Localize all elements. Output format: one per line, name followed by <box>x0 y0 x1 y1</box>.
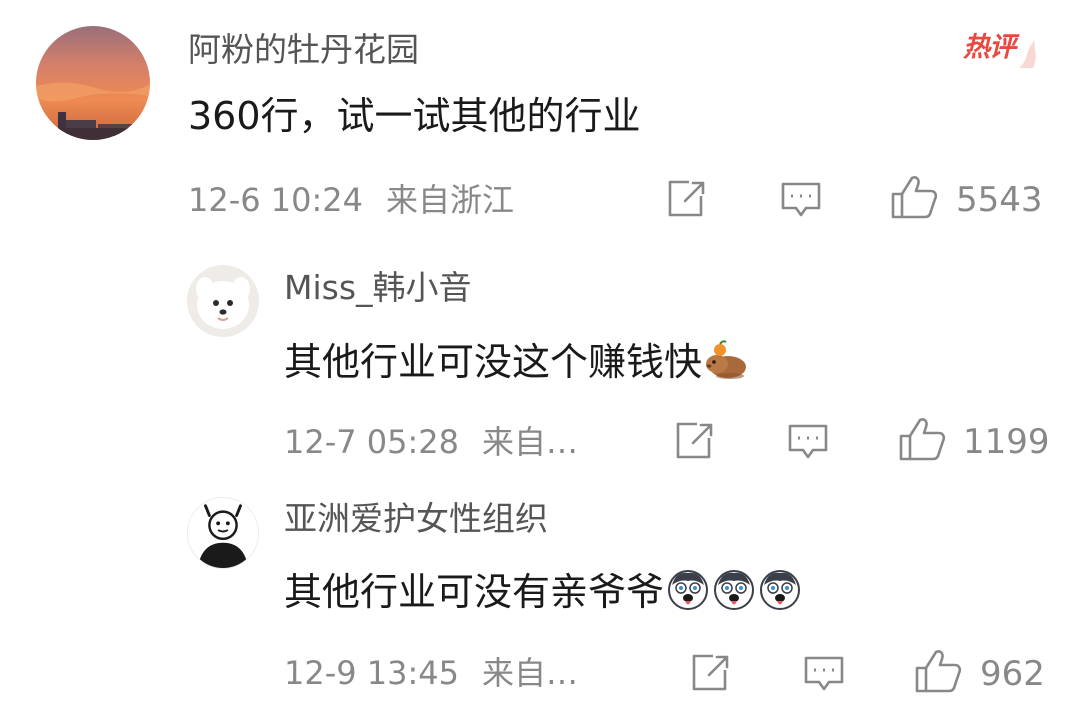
comment-icon[interactable] <box>786 422 830 462</box>
comment-icon[interactable] <box>802 654 846 694</box>
like-count: 5543 <box>956 180 1043 220</box>
comment-time: 12-6 10:24 <box>188 181 364 219</box>
comment-icon[interactable] <box>779 180 823 220</box>
dog-avatar-image <box>187 265 259 337</box>
like-count: 1199 <box>963 422 1050 462</box>
husky-dog-emoji <box>668 570 709 610</box>
username[interactable]: 阿粉的牡丹花园 <box>188 33 419 66</box>
capybara-with-orange-emoji <box>706 340 747 379</box>
comment-thread: 热评 阿粉的牡丹花园 360行，试一试其他的行业 12-6 10:24 来自浙江… <box>0 0 1080 718</box>
thumbs-up-icon[interactable] <box>890 174 938 220</box>
reply-text: 其他行业可没有亲爷爷 <box>284 567 802 611</box>
like-count: 962 <box>980 654 1045 694</box>
thumbs-up-icon[interactable] <box>898 416 946 462</box>
reply-location: 来自… <box>482 654 579 692</box>
thumbs-up-icon[interactable] <box>914 648 962 694</box>
avatar[interactable] <box>187 497 259 569</box>
reply-time: 12-7 05:28 <box>284 423 460 461</box>
cartoon-figure-avatar-image <box>188 498 258 568</box>
reply-text: 其他行业可没这个赚钱快 <box>284 337 748 381</box>
sunset-avatar-image <box>36 26 150 140</box>
hot-badge-label: 热评 <box>963 32 1016 63</box>
reply-time: 12-9 13:45 <box>284 654 460 692</box>
flame-icon <box>1019 40 1036 68</box>
comment-location: 来自浙江 <box>386 181 515 219</box>
share-icon[interactable] <box>673 421 715 461</box>
comment-text: 360行，试一试其他的行业 <box>188 94 641 138</box>
hot-comment-badge: 热评 <box>963 30 1039 70</box>
share-icon[interactable] <box>689 653 731 693</box>
husky-dog-emoji <box>760 570 801 610</box>
reply-text-body: 其他行业可没这个赚钱快 <box>284 340 703 384</box>
avatar[interactable] <box>36 26 150 140</box>
reply-username[interactable]: 亚洲爱护女性组织 <box>284 502 548 535</box>
husky-dog-emoji <box>714 570 755 610</box>
reply-text-body: 其他行业可没有亲爷爷 <box>284 570 665 614</box>
avatar[interactable] <box>187 265 259 337</box>
reply-location: 来自… <box>482 423 579 461</box>
reply-username[interactable]: Miss_韩小音 <box>284 271 472 304</box>
share-icon[interactable] <box>665 179 707 219</box>
